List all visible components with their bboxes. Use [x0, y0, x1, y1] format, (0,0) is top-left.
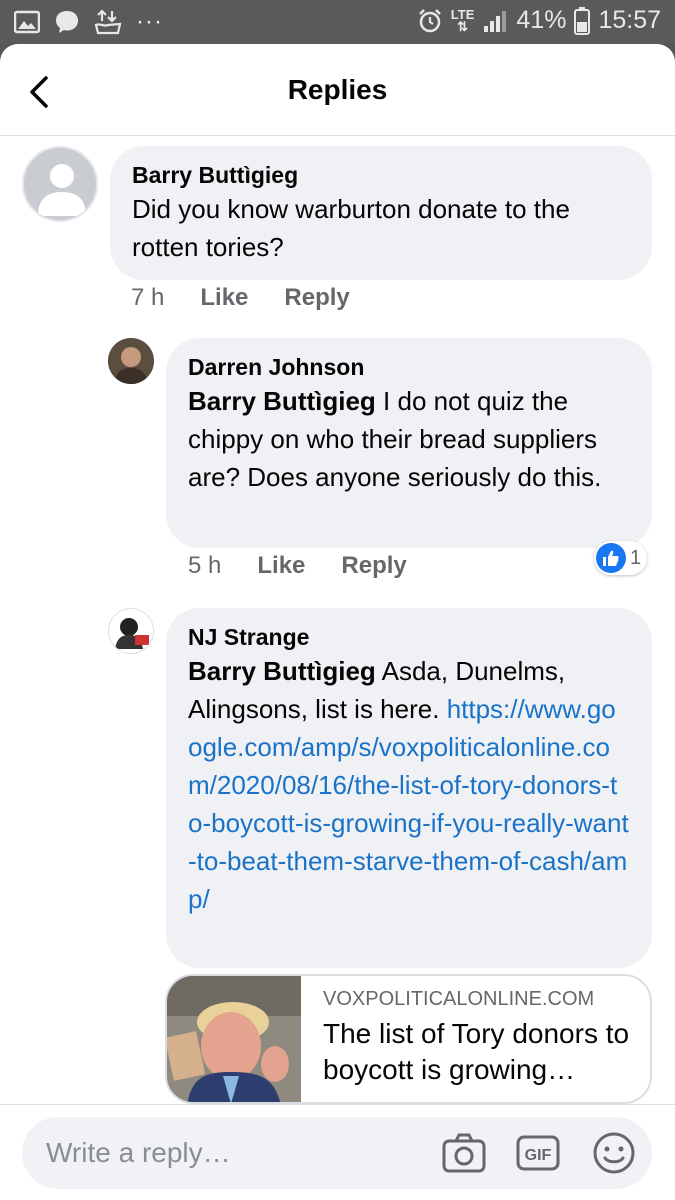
clock: 15:57 [598, 6, 661, 34]
reply-placeholder: Write a reply… [46, 1137, 231, 1168]
comment-bubble[interactable]: Darren Johnson Barry Buttìgieg I do not … [166, 338, 652, 548]
comment-time[interactable]: 7 h [131, 284, 164, 312]
page-title: Replies [287, 74, 388, 105]
link-preview-card[interactable]: VOXPOLITICALONLINE.COM The list of Tory … [165, 974, 652, 1104]
reply-input[interactable]: Write a reply… GIF [22, 1117, 652, 1189]
header: Replies [0, 44, 675, 136]
signal-icon [484, 10, 507, 32]
replies-sheet: Replies Barry Buttìgieg Did you know war… [0, 44, 675, 1200]
avatar[interactable] [22, 146, 98, 222]
reaction-badge[interactable]: 1 [594, 541, 648, 575]
comment-bubble[interactable]: Barry Buttìgieg Did you know warburton d… [110, 146, 652, 280]
reply-button[interactable]: Reply [341, 552, 406, 580]
comment-actions: 5 h Like Reply [188, 552, 407, 580]
like-button[interactable]: Like [200, 284, 248, 312]
battery-icon [574, 6, 591, 35]
user-photo [109, 609, 153, 653]
thumbs-up-icon [596, 543, 626, 573]
gif-icon[interactable]: GIF [514, 1129, 562, 1177]
reply-composer: Write a reply… GIF [0, 1104, 675, 1200]
avatar[interactable] [108, 608, 154, 654]
comment-bubble[interactable]: NJ Strange Barry Buttìgieg Asda, Dunelms… [166, 608, 652, 968]
mention[interactable]: Barry Buttìgieg [188, 656, 376, 686]
comment-text: Did you know warburton donate to the rot… [132, 194, 570, 262]
user-photo [108, 338, 154, 384]
like-button[interactable]: Like [257, 552, 305, 580]
data-transfer-icon [94, 9, 122, 35]
comment-author[interactable]: Barry Buttìgieg [132, 160, 630, 190]
link-preview-title: The list of Tory donors to boycott is gr… [323, 1018, 630, 1085]
lte-indicator: LTE ⇅ [450, 6, 475, 34]
battery-percent: 41% [516, 6, 567, 34]
comment-text: Barry Buttìgieg I do not quiz the chippy… [188, 382, 630, 496]
alarm-icon [418, 8, 441, 32]
link-preview-image [167, 976, 301, 1102]
comment-link[interactable]: https://www.google.com/amp/s/voxpolitica… [188, 694, 629, 914]
svg-text:GIF: GIF [525, 1147, 552, 1164]
link-preview-domain: VOXPOLITICALONLINE.COM [323, 988, 595, 1010]
camera-icon[interactable] [440, 1129, 488, 1177]
status-bar: ··· LTE ⇅ 41% 15:57 [0, 0, 675, 44]
comment-actions: 7 h Like Reply [131, 284, 350, 312]
reply-button[interactable]: Reply [284, 284, 349, 312]
reaction-count: 1 [630, 546, 642, 569]
comment-author[interactable]: Darren Johnson [188, 352, 630, 382]
gallery-icon [14, 10, 40, 34]
comment-time[interactable]: 5 h [188, 552, 221, 580]
comment-author[interactable]: NJ Strange [188, 622, 630, 652]
mention[interactable]: Barry Buttìgieg [188, 386, 376, 416]
message-icon [56, 11, 78, 33]
comment-text: Barry Buttìgieg Asda, Dunelms, Alingsons… [188, 652, 630, 918]
default-user-icon [38, 164, 86, 216]
more-notifications-icon: ··· [136, 8, 163, 35]
emoji-icon[interactable] [590, 1129, 638, 1177]
avatar[interactable] [108, 338, 154, 384]
